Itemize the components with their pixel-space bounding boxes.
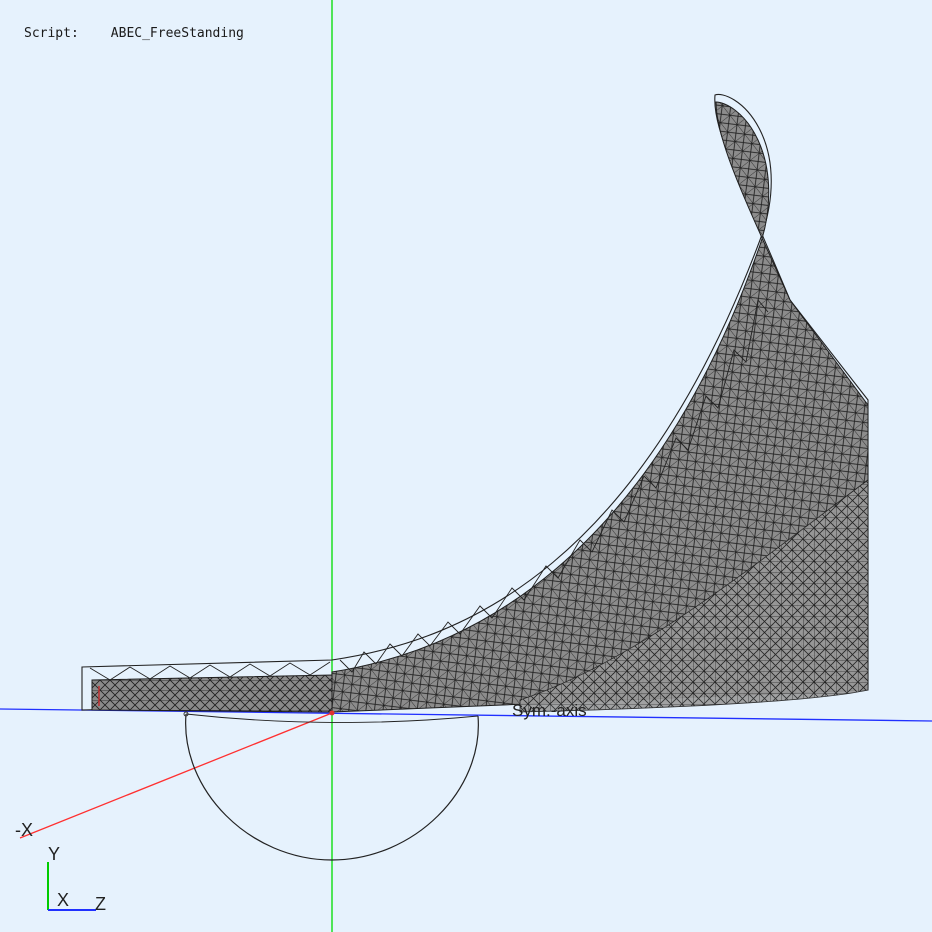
triad-neg-x-label: -X bbox=[15, 820, 33, 840]
origin-marker bbox=[329, 710, 335, 716]
symmetry-axis-label: Sym.-axis bbox=[512, 701, 587, 720]
triad-y-label: Y bbox=[48, 844, 60, 864]
x-axis-line bbox=[19, 712, 333, 839]
horn-throat-surface bbox=[91, 674, 333, 713]
orientation-triad: -X Y X Z bbox=[15, 820, 106, 914]
3d-viewport[interactable]: Sym.-axis -X Y X Z bbox=[0, 0, 932, 932]
triad-x-label: X bbox=[57, 890, 69, 910]
triad-z-label: Z bbox=[95, 894, 106, 914]
